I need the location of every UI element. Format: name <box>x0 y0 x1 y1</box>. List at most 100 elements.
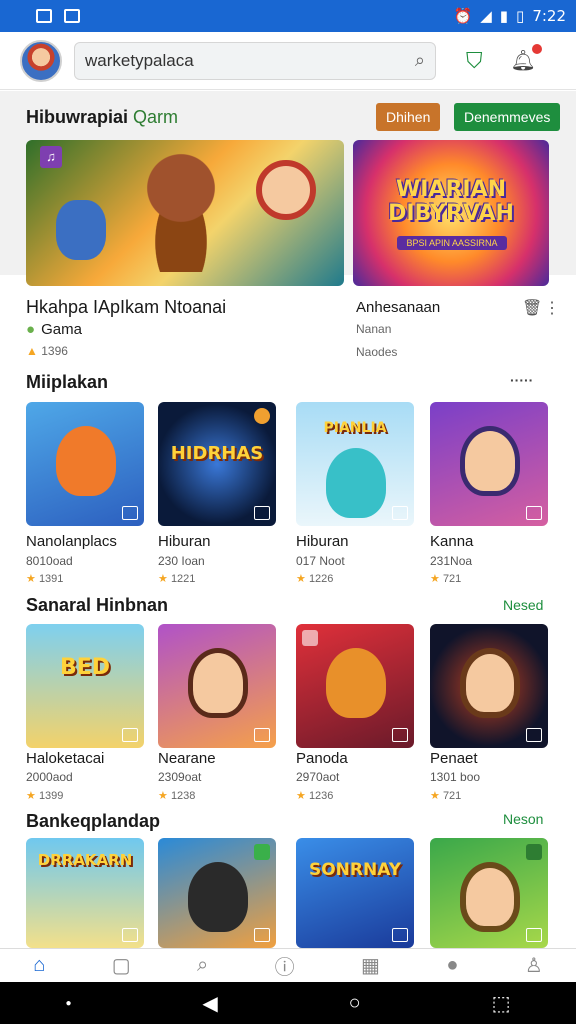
app-tile[interactable]: BED <box>26 624 144 748</box>
robot-character <box>326 648 386 718</box>
account-icon[interactable]: ♙ <box>525 953 543 978</box>
app-name[interactable]: Nanolanplacs <box>26 533 117 550</box>
clock-time: 7:22 <box>532 7 566 25</box>
app-tile[interactable]: PIANLIA <box>296 402 414 526</box>
app-name[interactable]: Haloketacai <box>26 750 104 767</box>
section-title-text: Hibuwrapiai <box>26 107 129 127</box>
more-icon[interactable]: ⋮ <box>544 298 560 318</box>
kid-character <box>256 160 316 220</box>
app-tile[interactable]: HIDRHAS <box>158 402 276 526</box>
overlay-icon <box>122 928 138 942</box>
overlay-icon <box>122 728 138 742</box>
games-icon[interactable]: ▢ <box>112 953 131 978</box>
system-navigation: ● ◀ ○ ⬚ <box>0 982 576 1024</box>
banner-subtitle: BPSI APIN AASSIRNA <box>397 236 507 250</box>
app-rating: ★ 1391 <box>26 572 63 585</box>
image-icon <box>64 9 80 23</box>
banner-badge-icon: ♫ <box>40 146 62 168</box>
bookmark-icon[interactable]: ⛉ <box>466 48 483 74</box>
recents-icon[interactable]: ⬚ <box>492 991 511 1016</box>
app-count: 2309oat <box>158 770 202 784</box>
rating-text: 721 <box>442 573 462 585</box>
alarm-icon: ⏰ <box>453 7 473 25</box>
app-tile[interactable] <box>430 402 548 526</box>
info-icon[interactable]: ⓘ <box>275 951 295 980</box>
app-tile[interactable]: SONRNAY <box>296 838 414 948</box>
girl-character <box>460 426 520 496</box>
overlay-icon <box>254 728 270 742</box>
app-name[interactable]: Nearane <box>158 750 216 767</box>
search-icon[interactable]: ⌕ <box>415 50 425 71</box>
app-rating: ★ 1221 <box>158 572 195 585</box>
app-tile[interactable] <box>26 402 144 526</box>
overlay-icon <box>392 928 408 942</box>
badge-icon <box>302 630 318 646</box>
app-tile[interactable] <box>158 624 276 748</box>
trash-icon[interactable]: 🗑︎ <box>522 298 542 318</box>
featured-banner-2[interactable]: WIARIAN DIBYRVAH BPSI APIN AASSIRNA <box>353 140 549 286</box>
section-more-2[interactable]: Nesed <box>503 597 543 613</box>
category-text: Gama <box>41 321 82 338</box>
bear-character <box>136 152 226 272</box>
app-tile[interactable]: DRRAKARN <box>26 838 144 948</box>
star-icon: ★ <box>158 790 168 802</box>
app-count: 1301 boo <box>430 770 481 784</box>
overlay-icon <box>392 506 408 520</box>
star-icon: ★ <box>296 790 306 802</box>
star-icon: ★ <box>158 573 168 585</box>
status-bar: ⏰ ◢ ▮ ▯ 7:22 <box>0 0 576 32</box>
app-tile[interactable] <box>430 624 548 748</box>
star-icon: ★ <box>26 573 36 585</box>
bottom-navigation: ⌂ ▢ ⌕ ⓘ ▦ ● ♙ <box>0 948 576 982</box>
app-name[interactable]: Hiburan <box>158 533 211 550</box>
section-title-2: Sanaral Hinbnan <box>26 595 169 615</box>
featured-banner-1[interactable]: ♫ <box>26 140 344 286</box>
rating-text: 1238 <box>170 790 196 802</box>
app-name[interactable]: Penaet <box>430 750 478 767</box>
featured-app-meta-1: ▲ 1396 <box>26 344 68 358</box>
monster-character <box>326 448 386 518</box>
app-name[interactable]: Panoda <box>296 750 348 767</box>
blue-character <box>56 200 106 260</box>
notification-icon[interactable]: 🔔︎ <box>511 44 542 73</box>
profile-icon[interactable]: ● <box>446 954 458 977</box>
section-title-1: Miiplakan <box>26 372 109 392</box>
fox-character <box>56 426 116 496</box>
avatar[interactable] <box>20 39 62 82</box>
ninja-character <box>188 862 248 932</box>
section-title-accent: Qarm <box>133 107 179 127</box>
star-icon: ★ <box>430 573 440 585</box>
home-circle-icon[interactable]: ○ <box>349 992 361 1015</box>
app-name[interactable]: Hiburan <box>296 533 349 550</box>
chip-button-b[interactable]: Denemmeves <box>454 103 561 131</box>
section-more-1[interactable]: ····· <box>510 372 533 388</box>
featured-app-name-2[interactable]: Anhesanaan <box>356 299 440 316</box>
app-tile[interactable] <box>430 838 548 948</box>
app-name[interactable]: Kanna <box>430 533 473 550</box>
search-input[interactable]: warketypalaca ⌕ <box>74 41 436 80</box>
chip-button-a[interactable]: Dhihen <box>376 103 441 131</box>
girl-character <box>188 648 248 718</box>
calendar-icon[interactable]: ▦ <box>361 953 380 978</box>
tile-word: SONRNAY <box>308 860 402 880</box>
featured-app-category-1: ● Gama <box>26 321 82 338</box>
app-count: 231Noa <box>430 554 473 568</box>
badge-icon <box>254 408 270 424</box>
overlay-icon <box>526 728 542 742</box>
app-tile[interactable] <box>296 624 414 748</box>
gallery-icon <box>36 9 52 23</box>
banner-title: WIARIAN DIBYRVAH <box>388 177 514 226</box>
boy-character <box>460 862 520 932</box>
search-tab-icon[interactable]: ⌕ <box>197 954 208 977</box>
app-tile[interactable] <box>158 838 276 948</box>
section-more-3[interactable]: Neson <box>503 811 543 827</box>
home-icon[interactable]: ⌂ <box>33 954 45 977</box>
rating-text: 1399 <box>38 790 64 802</box>
battery-icon: ▯ <box>516 7 525 25</box>
back-icon[interactable]: ◀ <box>202 991 217 1016</box>
rating-text: 1391 <box>38 573 64 585</box>
meta-text: 1396 <box>41 344 68 358</box>
featured-app-name-1[interactable]: Hkahpa IApIkam Ntoanai <box>26 297 226 318</box>
tile-word: BED <box>59 655 111 680</box>
overlay-icon <box>392 728 408 742</box>
